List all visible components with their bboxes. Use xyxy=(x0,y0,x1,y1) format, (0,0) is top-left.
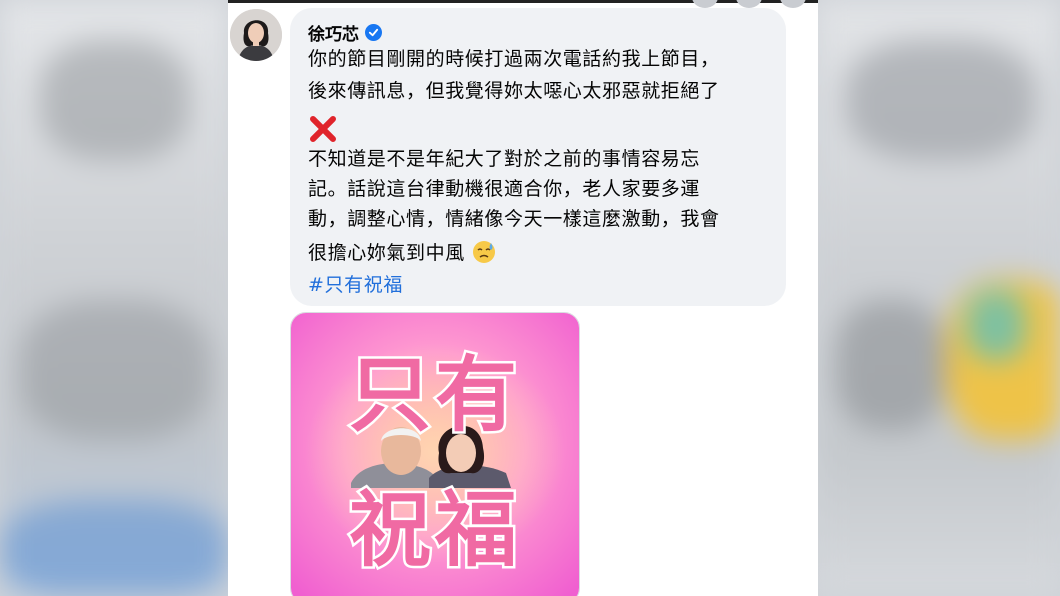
top-action-icon[interactable] xyxy=(736,0,762,8)
comment-bubble: 徐巧芯 你的節目剛開的時候打過兩次電話約我上節目， 後來傳訊息，但我覺得妳太噁心… xyxy=(290,8,786,306)
comment-line: 你的節目剛開的時候打過兩次電話約我上節目， xyxy=(308,48,720,70)
top-action-icon[interactable] xyxy=(692,0,718,8)
sweat-face-emoji-icon xyxy=(473,241,496,263)
card-title-bottom: 祝福 xyxy=(349,483,521,578)
comment-line: 記。話說這台律動機很適合你，老人家要多運 xyxy=(308,178,701,200)
verified-badge-icon xyxy=(365,24,382,41)
author-label[interactable]: 徐巧芯 xyxy=(308,20,359,45)
top-action-icon[interactable] xyxy=(780,0,806,8)
comment-post: 徐巧芯 你的節目剛開的時候打過兩次電話約我上節目， 後來傳訊息，但我覺得妳太噁心… xyxy=(228,0,818,596)
attached-image[interactable]: 只有 祝福 xyxy=(290,312,580,596)
top-bar xyxy=(228,0,818,3)
author-name[interactable]: 徐巧芯 xyxy=(308,20,382,45)
comment-line: 後來傳訊息，但我覺得妳太噁心太邪惡就拒絕了 xyxy=(308,80,720,102)
comment-line-last: 很擔心妳氣到中風 xyxy=(308,238,778,268)
comment-line: 動，調整心情，情緒像今天一樣這麼激動，我會 xyxy=(308,208,720,230)
red-x-icon xyxy=(308,114,338,144)
avatar[interactable] xyxy=(230,9,282,61)
blurred-background-right xyxy=(816,0,1060,596)
blurred-background-left xyxy=(0,0,228,596)
hashtag-link[interactable]: #只有祝福 xyxy=(308,270,403,297)
comment-line: 很擔心妳氣到中風 xyxy=(308,242,465,264)
comment-line: 不知道是不是年紀大了對於之前的事情容易忘 xyxy=(308,148,701,170)
card-title-top: 只有 xyxy=(349,348,521,443)
